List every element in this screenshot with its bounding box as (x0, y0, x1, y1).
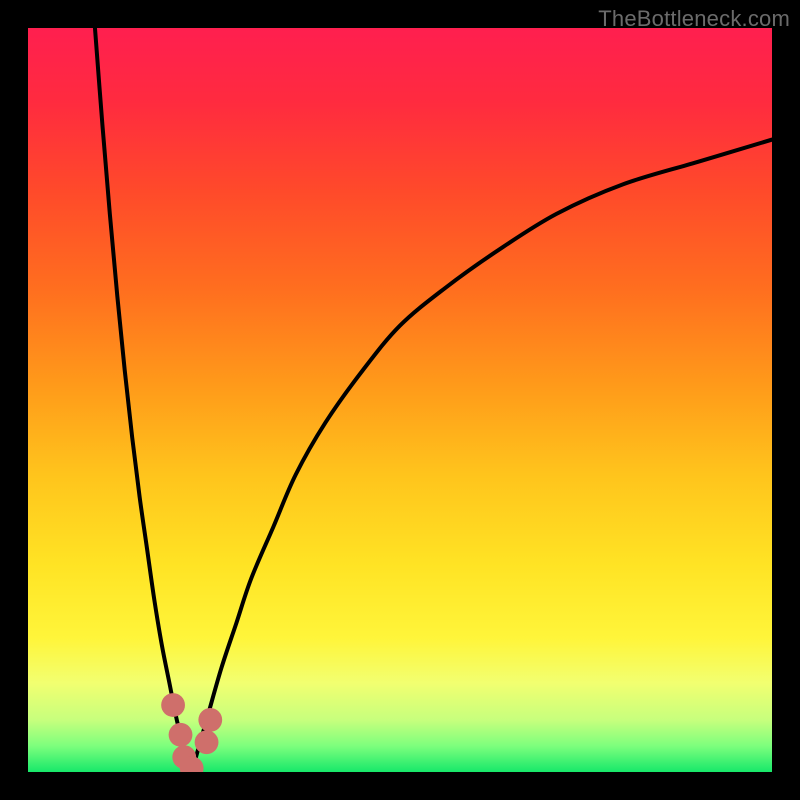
data-marker (195, 730, 219, 754)
data-marker (161, 693, 185, 717)
gradient-background (28, 28, 772, 772)
watermark-text: TheBottleneck.com (598, 6, 790, 32)
data-marker (169, 723, 193, 747)
outer-frame: TheBottleneck.com (0, 0, 800, 800)
chart-svg (28, 28, 772, 772)
data-marker (198, 708, 222, 732)
plot-area (28, 28, 772, 772)
